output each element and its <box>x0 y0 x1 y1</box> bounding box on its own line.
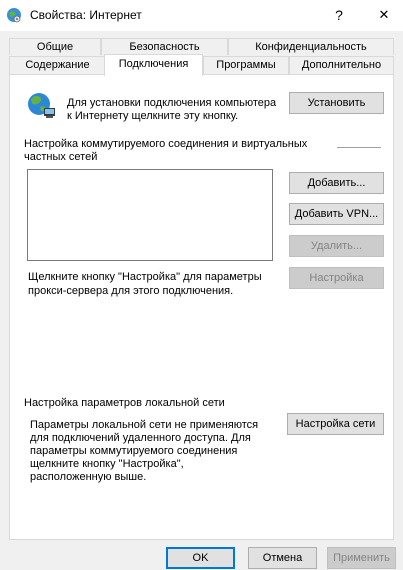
lan-settings-button[interactable]: Настройка сети <box>287 413 384 435</box>
lan-text-line2: для подключений удаленного доступа. Для <box>30 432 251 444</box>
add-button[interactable]: Добавить... <box>289 172 384 194</box>
window-title: Свойства: Интернет <box>30 8 142 22</box>
section-divider <box>337 147 381 148</box>
proxy-text-line2: прокси-сервера для этого подключения. <box>28 285 234 297</box>
lan-heading: Настройка параметров локальной сети <box>24 397 225 409</box>
lan-text-line1: Параметры локальной сети не применяются <box>30 419 259 431</box>
help-button[interactable]: ? <box>328 4 350 26</box>
tab-advanced[interactable]: Дополнительно <box>289 56 394 75</box>
setup-text-line2: к Интернету щелкните эту кнопку. <box>67 110 239 122</box>
tab-security[interactable]: Безопасность <box>101 38 228 55</box>
dialup-heading-line1: Настройка коммутируемого соединения и ви… <box>24 138 308 150</box>
proxy-text-line1: Щелкните кнопку "Настройка" для параметр… <box>28 271 262 283</box>
remove-button[interactable]: Удалить... <box>289 235 384 257</box>
close-button[interactable]: ✕ <box>373 4 395 26</box>
setup-text-line1: Для установки подключения компьютера <box>67 97 277 109</box>
lan-text-line3: параметры коммутируемого соединения <box>30 445 238 457</box>
dialup-heading-line2: частных сетей <box>24 151 98 163</box>
tab-programs[interactable]: Программы <box>203 56 289 75</box>
cancel-button[interactable]: Отмена <box>248 547 317 569</box>
tab-general[interactable]: Общие <box>9 38 101 55</box>
lan-text-line5: расположенную выше. <box>30 471 147 483</box>
network-globe-icon <box>28 93 55 118</box>
settings-button[interactable]: Настройка <box>289 267 384 289</box>
tab-privacy[interactable]: Конфиденциальность <box>228 38 394 55</box>
apply-button[interactable]: Применить <box>327 547 396 569</box>
connections-listbox[interactable] <box>27 169 273 261</box>
title-bar: Свойства: Интернет ? ✕ <box>0 0 403 31</box>
internet-options-icon <box>7 8 21 23</box>
tab-connections[interactable]: Подключения <box>104 54 203 76</box>
setup-button[interactable]: Установить <box>289 92 384 114</box>
tab-content[interactable]: Содержание <box>9 56 106 75</box>
ok-button[interactable]: OK <box>166 547 235 569</box>
add-vpn-button[interactable]: Добавить VPN... <box>289 203 384 225</box>
lan-text-line4: щелкните кнопку "Настройка", <box>30 458 184 470</box>
